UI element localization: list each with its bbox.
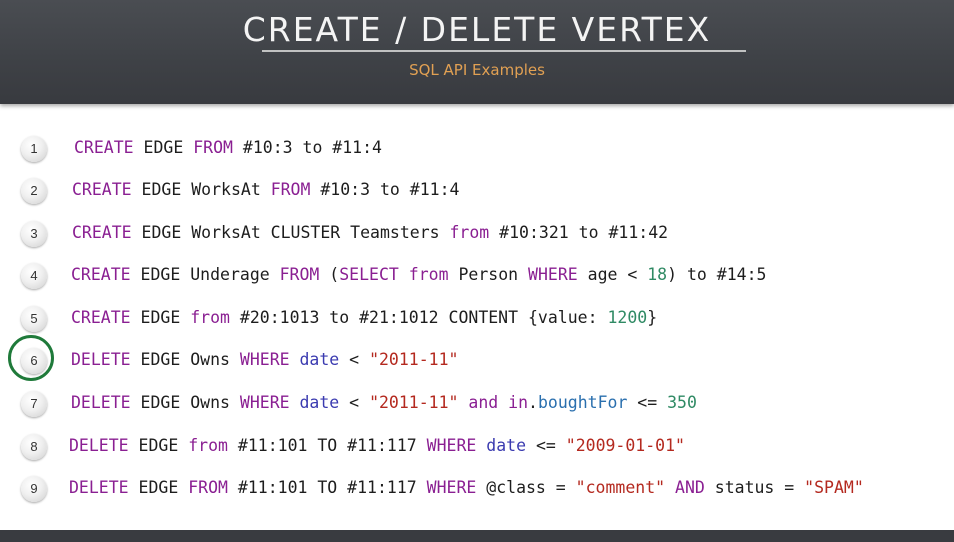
code-token: EDGE [128,436,189,455]
code-token-kw: CREATE [72,223,132,242]
line-number-badge: 7 [21,391,47,417]
code-token: EDGE WorksAt CLUSTER Teamsters [131,223,450,242]
code-token-kw: CREATE [71,265,131,284]
code-token-fld: date [486,436,527,455]
code-token-kw: CREATE [71,308,131,327]
slide-footer [0,530,954,542]
code-token-kw: DELETE [71,350,131,369]
code-token-prop: boughtFor [537,393,628,412]
slide-title: CREATE / DELETE VERTEX [242,10,712,49]
code-token: <= [627,393,668,412]
code-token: ) to #14:5 [667,265,767,284]
code-token: #10:3 to #11:4 [232,138,382,157]
code-token: EDGE WorksAt [131,180,271,199]
code-token-kw: FROM [270,180,311,199]
code-token-kw: WHERE [239,350,290,369]
code-token-kw: WHERE [528,265,578,284]
code-token-numlit: 350 [667,393,697,412]
code-token: EDGE [130,308,191,327]
code-token-kw: from [449,223,490,242]
line-number-badge: 8 [21,434,47,460]
slide-subtitle: SQL API Examples [409,61,545,79]
code-token-numlit: 1200 [607,308,648,327]
code-token-fld: date [299,393,340,412]
code-token: < [339,350,370,369]
code-token-kw: WHERE [426,436,477,455]
code-token-kw: CREATE [72,180,132,199]
line-number-badge: 4 [21,263,47,289]
code-token-kw: CREATE [74,138,134,157]
code-token: #20:1013 to #21:1012 CONTENT {value: [229,308,608,327]
code-line: CREATE EDGE FROM #10:3 to #11:4 [74,138,382,157]
code-token-kw: DELETE [71,393,131,412]
code-token: ( [319,265,340,284]
code-token: EDGE Owns [130,350,240,369]
code-token-kw: SELECT [339,265,399,284]
code-token-numlit: 18 [647,265,668,284]
code-line: DELETE EDGE from #11:101 TO #11:117 WHER… [69,436,685,455]
code-line: DELETE EDGE FROM #11:101 TO #11:117 WHER… [69,478,864,497]
code-token: #10:321 to #11:42 [489,223,669,242]
code-token: #11:101 TO #11:117 [227,478,427,497]
code-token: #10:3 to #11:4 [310,180,460,199]
code-token: EDGE [133,138,194,157]
title-underline [262,50,746,52]
code-line: DELETE EDGE Owns WHERE date < "2011-11" … [71,393,697,412]
code-token-str: "2011-11" [369,393,459,412]
code-line: CREATE EDGE WorksAt FROM #10:3 to #11:4 [72,180,459,199]
code-token-kw: WHERE [426,478,477,497]
code-token: EDGE Underage [130,265,280,284]
line-number-badge: 9 [21,476,47,502]
code-token: < [339,393,370,412]
code-token: } [647,308,658,327]
code-token-str: "SPAM" [804,478,864,497]
line-number-badge: 5 [21,306,47,332]
code-token: @class = [476,478,576,497]
code-line: CREATE EDGE Underage FROM (SELECT from P… [71,265,766,284]
line-number-badge: 3 [21,221,47,247]
code-token-kw: from [188,436,228,455]
code-token-str: "2009-01-01" [565,436,685,455]
code-token-kw: AND [675,478,705,497]
code-token-kw: FROM [188,478,228,497]
code-token-kw: and [468,393,499,412]
code-token: age < [577,265,648,284]
code-token-kw: FROM [279,265,320,284]
slide-header: CREATE / DELETE VERTEX SQL API Examples [0,0,954,104]
code-token: status = [704,478,805,497]
code-token: Person [448,265,529,284]
code-token-kw: FROM [193,138,233,157]
code-token-kw: in [508,393,529,412]
code-token: EDGE Owns [130,393,240,412]
code-token: <= [526,436,566,455]
line-number-badge: 2 [21,178,47,204]
code-token-kw: from [408,265,449,284]
code-token-str: "comment" [575,478,666,497]
code-token-kw: WHERE [239,393,290,412]
code-token: #11:101 TO #11:117 [227,436,427,455]
code-line: CREATE EDGE WorksAt CLUSTER Teamsters fr… [72,223,668,242]
code-line: DELETE EDGE Owns WHERE date < "2011-11" [71,350,458,369]
line-number-badge: 1 [21,136,47,162]
code-token: . [528,393,538,412]
code-token-kw: DELETE [69,478,129,497]
code-token: EDGE [128,478,189,497]
code-line: CREATE EDGE from #20:1013 to #21:1012 CO… [71,308,657,327]
highlight-circle [8,335,54,381]
code-token-kw: from [190,308,230,327]
code-token-kw: DELETE [69,436,129,455]
code-token-fld: date [299,350,340,369]
code-token-str: "2011-11" [369,350,459,369]
